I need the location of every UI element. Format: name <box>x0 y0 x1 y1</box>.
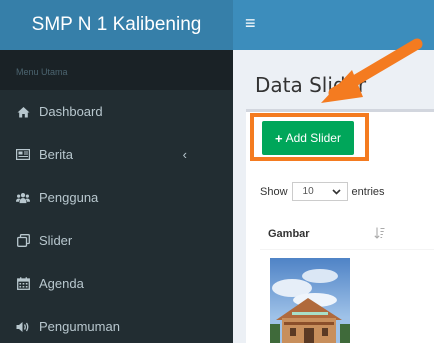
calendar-icon <box>16 277 30 291</box>
home-icon <box>16 105 30 119</box>
sidebar-item-slider[interactable]: Slider <box>0 219 233 262</box>
sidebar-item-pengguna[interactable]: Pengguna <box>0 176 233 219</box>
sidebar-item-label: Agenda <box>39 276 84 291</box>
sidebar-item-agenda[interactable]: Agenda <box>0 262 233 305</box>
sidebar-item-dashboard[interactable]: Dashboard <box>0 90 233 133</box>
sidebar-item-label: Pengumuman <box>39 319 120 334</box>
sort-icon[interactable] <box>374 227 385 242</box>
sidebar-item-label: Berita <box>39 147 73 162</box>
page-length-control: Show 10 entries <box>260 182 385 201</box>
sidebar-item-label: Slider <box>39 233 73 248</box>
column-header-gambar[interactable]: Gambar <box>268 228 310 240</box>
plus-icon: + <box>275 130 283 146</box>
menu-toggle-icon[interactable]: ≡ <box>245 13 256 33</box>
sidebar-item-berita[interactable]: Berita ‹ <box>0 133 233 176</box>
slider-thumbnail[interactable] <box>270 258 350 343</box>
entries-label: entries <box>351 185 385 198</box>
top-navbar: ≡ <box>233 0 434 50</box>
brand-logo[interactable]: SMP N 1 Kalibening <box>0 0 233 50</box>
users-icon <box>16 191 30 205</box>
show-label: Show <box>260 185 288 198</box>
copy-icon <box>16 234 30 248</box>
sidebar-section-label: Menu Utama <box>0 50 233 90</box>
sidebar-item-label: Pengguna <box>39 190 99 205</box>
chevron-left-icon[interactable]: ‹ <box>183 147 187 162</box>
sidebar: Menu Utama Dashboard Berita ‹ Pengguna S… <box>0 50 233 343</box>
page-title: Data Slider <box>255 73 367 97</box>
newspaper-icon <box>16 148 30 162</box>
table-header: Gambar <box>260 220 434 250</box>
sidebar-item-label: Dashboard <box>39 104 103 119</box>
sidebar-item-pengumuman[interactable]: Pengumuman <box>0 305 233 343</box>
add-slider-label: Add Slider <box>285 131 341 145</box>
page-length-value: 10 <box>302 186 314 197</box>
chevron-down-icon <box>331 185 341 198</box>
add-slider-button[interactable]: + Add Slider <box>262 121 354 155</box>
page-length-select[interactable]: 10 <box>291 182 348 201</box>
volume-icon <box>16 320 30 334</box>
